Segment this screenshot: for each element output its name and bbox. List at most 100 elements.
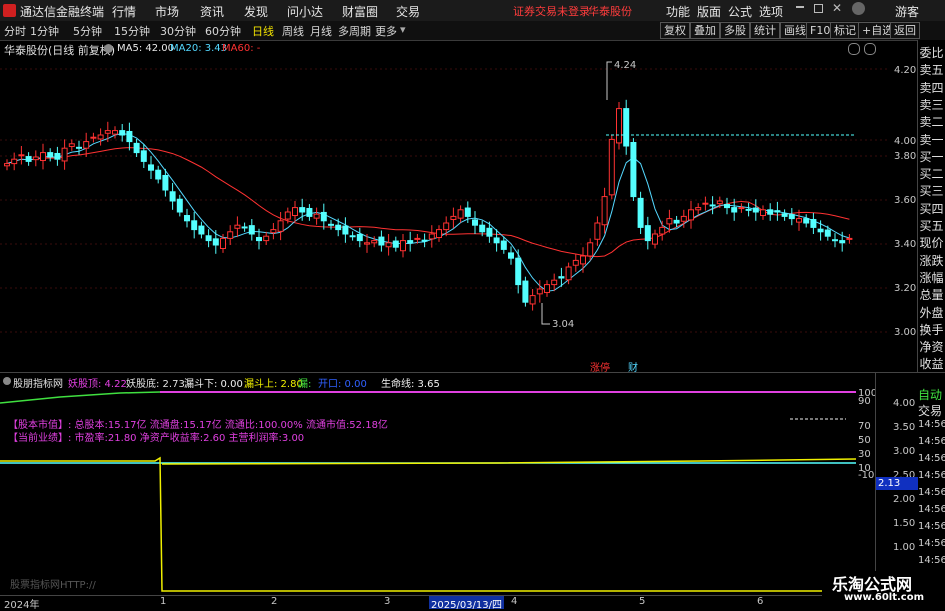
candle-body [32, 156, 39, 161]
menu-market[interactable]: 市场 [155, 3, 179, 20]
multi-stock-button[interactable]: 多股 [720, 22, 750, 39]
low-marker [541, 303, 550, 325]
candle-body [695, 207, 702, 211]
menu-market-quotes[interactable]: 行情 [112, 3, 136, 20]
minimize-icon[interactable] [796, 6, 804, 8]
trade-label[interactable]: 交易 [918, 402, 942, 419]
candle-body [752, 207, 759, 213]
candle-body [738, 207, 745, 210]
period-multi[interactable]: 多周期 [338, 23, 371, 39]
ma20-line [6, 133, 850, 292]
candle-body [356, 233, 363, 242]
period-more[interactable]: 更多 [375, 23, 397, 39]
candle-body [292, 207, 298, 217]
menu-functions[interactable]: 功能 [666, 3, 690, 20]
menu-ask-xiaoda[interactable]: 问小达 [287, 3, 323, 20]
auto-trade-label[interactable]: 自动 [918, 386, 942, 403]
candle-body [184, 215, 190, 222]
candle-body [18, 154, 25, 157]
trade-time: 14:56 [918, 521, 945, 532]
menu-trade[interactable]: 交易 [396, 3, 420, 20]
adjust-button[interactable]: 复权 [660, 22, 690, 39]
candle-body [515, 257, 522, 286]
close-icon[interactable]: ✕ [832, 1, 842, 15]
period-15min[interactable]: 15分钟 [114, 23, 150, 39]
candle-body [551, 279, 558, 286]
menu-options[interactable]: 选项 [759, 3, 783, 20]
trade-price-level: 2.00 [893, 494, 916, 505]
candle-body [155, 169, 162, 180]
candle-body [335, 224, 342, 231]
trade-price-level: 3.00 [893, 446, 916, 457]
indicator-settings-icon[interactable] [3, 377, 11, 385]
guest-label[interactable]: 游客 [895, 3, 919, 20]
period-weekly[interactable]: 周线 [282, 23, 304, 39]
candle-body [745, 208, 752, 211]
candle-body [61, 147, 68, 162]
trade-price-level: 4.00 [893, 398, 916, 409]
candle-body [191, 220, 198, 231]
candle-body [508, 252, 514, 259]
candle-body [796, 218, 802, 223]
candle-body [234, 224, 241, 229]
trade-time: 14:56 [918, 487, 945, 498]
overlay-button[interactable]: 叠加 [690, 22, 720, 39]
trade-time: 14:56 [918, 419, 945, 430]
menu-formula[interactable]: 公式 [728, 3, 752, 20]
candle-body [587, 242, 594, 257]
candle-body [731, 207, 738, 213]
date-tick: 2 [271, 596, 278, 607]
trade-time: 14:56 [918, 555, 945, 566]
candle-body [472, 219, 478, 226]
chart-settings-icon[interactable] [848, 43, 860, 55]
candle-body [392, 240, 399, 248]
candle-body [83, 141, 90, 149]
candle-body [162, 174, 169, 191]
candle-body [371, 240, 378, 244]
period-30min[interactable]: 30分钟 [160, 23, 196, 39]
more-dropdown-icon[interactable]: ▾ [400, 23, 406, 36]
trade-login-notice[interactable]: 证券交易未登录 [513, 3, 590, 19]
stock-name-notice[interactable]: 华泰股份 [588, 3, 632, 19]
candle-body [594, 222, 601, 240]
period-1min[interactable]: 1分钟 [30, 23, 59, 39]
maximize-icon[interactable] [814, 4, 823, 13]
candle-body [364, 242, 370, 245]
candle-body [407, 240, 414, 244]
candle-body [788, 214, 795, 220]
candle-body [493, 237, 500, 244]
y-label: 4.00 [894, 136, 916, 147]
candle-body [616, 108, 622, 144]
indicator-name[interactable]: 股朋指标网 [13, 375, 63, 390]
indicator-green-line [0, 391, 161, 404]
indicator-chart[interactable]: 100 90 70 50 30 10 -10 [0, 373, 918, 595]
candlestick-chart[interactable]: 4.24 3.04 4.20 4.00 3.80 3.60 3.40 3.20 … [0, 40, 918, 372]
candle-body [846, 237, 853, 240]
date-cursor-label: 2025/03/13/四 [429, 596, 505, 611]
period-monthly[interactable]: 月线 [310, 23, 332, 39]
menu-wealth-circle[interactable]: 财富圈 [342, 3, 378, 20]
period-60min[interactable]: 60分钟 [205, 23, 241, 39]
period-5min[interactable]: 5分钟 [73, 23, 102, 39]
avatar-icon[interactable] [852, 2, 865, 15]
trade-time: 14:56 [918, 453, 945, 464]
trade-time: 14:56 [918, 504, 945, 515]
indicator-y-label: 70 [858, 421, 871, 432]
menu-news[interactable]: 资讯 [200, 3, 224, 20]
back-button[interactable]: 返回 [890, 22, 920, 39]
menu-discover[interactable]: 发现 [244, 3, 268, 20]
period-daily[interactable]: 日线 [252, 23, 274, 39]
candle-body [673, 219, 680, 224]
menu-layout[interactable]: 版面 [697, 3, 721, 20]
candle-body [76, 146, 82, 149]
candle-body [227, 231, 234, 239]
y-label: 3.60 [894, 195, 916, 206]
mark-button[interactable]: 标记 [830, 22, 860, 39]
chart-info-icon[interactable] [864, 43, 876, 55]
period-intraday[interactable]: 分时 [4, 23, 26, 39]
settings-icon[interactable] [104, 44, 113, 53]
candle-body [716, 200, 723, 205]
statistics-button[interactable]: 统计 [750, 22, 780, 39]
ma20-value: MA20: 3.43 [170, 43, 228, 54]
candle-body [637, 197, 644, 228]
